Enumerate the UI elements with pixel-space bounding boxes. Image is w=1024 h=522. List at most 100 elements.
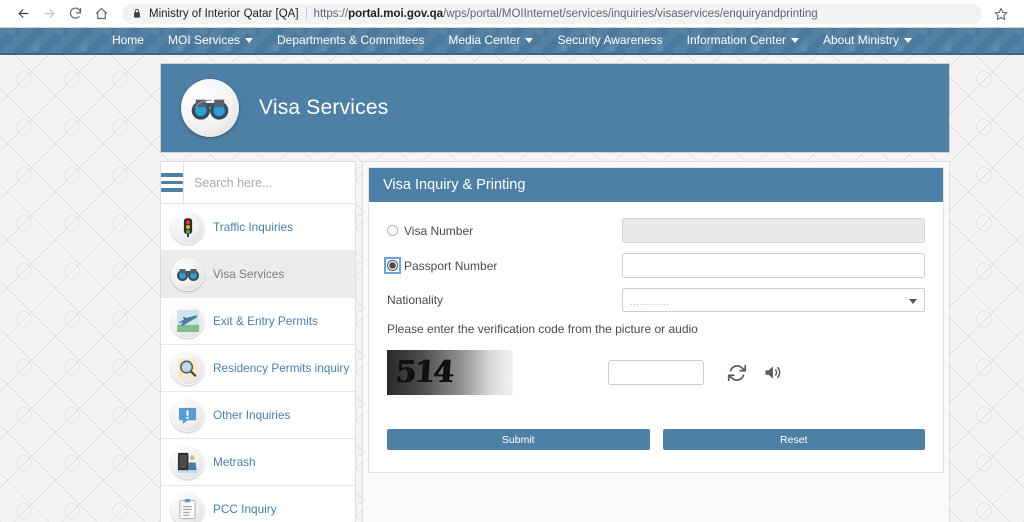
service-banner-title: Visa Services (259, 96, 388, 120)
address-bar[interactable]: Ministry of Interior Qatar [QA] https://… (122, 4, 982, 24)
url-path: /wps/portal/MOIInternet/services/inquiri… (443, 8, 818, 20)
forward-button[interactable] (36, 3, 62, 25)
omnibox-divider (306, 7, 307, 20)
chevron-down-icon (245, 38, 253, 43)
site-top-navigation: Home MOI Services Departments & Committees… (0, 28, 1024, 55)
sidebar-item-other-inquiries[interactable]: Other Inquiries (161, 392, 355, 439)
topnav-item-label: Information Center (687, 27, 786, 54)
service-banner: Visa Services (160, 63, 950, 153)
radio-circle-selected (387, 260, 398, 271)
sidebar-item-label: Residency Permits inquiry (213, 361, 349, 375)
speaker-icon[interactable] (762, 362, 783, 383)
clipboard-icon (171, 493, 204, 522)
topnav-item-label: Departments & Committees (277, 27, 424, 54)
topnav-item-home[interactable]: Home (100, 27, 156, 54)
passport-number-label: Passport Number (404, 259, 497, 273)
passport-number-radio[interactable] (387, 260, 398, 271)
topnav-item-label: About Ministry (823, 27, 899, 54)
chevron-down-icon (904, 38, 912, 43)
main-row: Traffic Inquiries Visa Services Exit & Ent… (160, 161, 950, 522)
refresh-glyph (726, 362, 748, 384)
refresh-icon[interactable] (726, 362, 748, 384)
topnav-item-information-center[interactable]: Information Center (675, 27, 811, 54)
site-identity-label: Ministry of Interior Qatar [QA] (149, 8, 299, 20)
sidebar-item-visa-services[interactable]: Visa Services (161, 251, 355, 298)
form-actions: Submit Reset (387, 395, 925, 462)
topnav-item-label: MOI Services (168, 27, 240, 54)
hamburger-icon[interactable] (161, 162, 184, 204)
sidebar-item-traffic-inquiries[interactable]: Traffic Inquiries (161, 204, 355, 251)
sidebar-item-list: Traffic Inquiries Visa Services Exit & Ent… (161, 204, 355, 522)
chevron-down-icon (791, 38, 799, 43)
hamburger-bar (161, 188, 183, 192)
form-body: Visa Number Passport Number (369, 202, 943, 472)
reload-button[interactable] (62, 3, 88, 25)
panel-title: Visa Inquiry & Printing (369, 168, 943, 202)
topnav-item-security-awareness[interactable]: Security Awareness (545, 27, 674, 54)
visa-inquiry-card: Visa Inquiry & Printing Visa Number (368, 167, 944, 473)
hamburger-bar (161, 173, 183, 177)
chevron-down-icon (909, 299, 917, 304)
home-icon (94, 6, 109, 21)
sidebar-search-row (161, 162, 355, 204)
sidebar-item-residency-permits-inquiry[interactable]: Residency Permits inquiry (161, 345, 355, 392)
search-input[interactable] (184, 163, 365, 203)
arrow-right-icon (42, 6, 57, 21)
airplane-icon (171, 305, 204, 338)
page-background: Visa Services Traffic Inquiries Visa Serv… (0, 55, 1024, 522)
topnav-item-label: Media Center (448, 27, 520, 54)
sidebar-item-exit-entry-permits[interactable]: Exit & Entry Permits (161, 298, 355, 345)
captcha-image: 514 (387, 350, 513, 395)
sidebar-item-label: Other Inquiries (213, 408, 290, 422)
binoculars-globe-glyph (190, 92, 230, 124)
visa-inquiry-panel: Visa Inquiry & Printing Visa Number (362, 161, 950, 522)
verification-note: Please enter the verification code from … (387, 322, 925, 336)
url-domain: portal.moi.gov.qa (348, 8, 443, 20)
topnav-item-media-center[interactable]: Media Center (436, 27, 545, 54)
sidebar-item-label: Exit & Entry Permits (213, 314, 318, 328)
exclamation-bubble-icon (171, 399, 204, 432)
passport-number-input[interactable] (622, 253, 925, 278)
url-text: https://portal.moi.gov.qa/wps/portal/MOI… (314, 8, 818, 20)
topnav-item-moi-services[interactable]: MOI Services (156, 27, 265, 54)
bookmark-button[interactable] (988, 3, 1014, 25)
visa-number-input[interactable] (622, 218, 925, 243)
hamburger-bar (161, 181, 183, 185)
radio-circle (387, 225, 398, 236)
reset-button[interactable]: Reset (663, 429, 926, 450)
visa-number-radio[interactable] (387, 225, 398, 236)
binoculars-globe-icon (171, 258, 204, 291)
passport-number-row: Passport Number (387, 253, 925, 278)
topnav-item-about-ministry[interactable]: About Ministry (811, 27, 924, 54)
service-sidebar: Traffic Inquiries Visa Services Exit & Ent… (160, 161, 356, 522)
lock-icon (132, 8, 142, 19)
home-button[interactable] (88, 3, 114, 25)
captcha-input[interactable] (608, 360, 704, 385)
browser-toolbar: Ministry of Interior Qatar [QA] https://… (0, 0, 1024, 28)
speaker-glyph (762, 362, 783, 383)
sidebar-item-label: Metrash (213, 455, 256, 469)
sidebar-item-pcc-inquiry[interactable]: PCC Inquiry (161, 486, 355, 522)
sidebar-item-metrash[interactable]: Metrash (161, 439, 355, 486)
reload-icon (68, 6, 83, 21)
sidebar-item-label: Visa Services (213, 267, 284, 281)
page-content: Visa Services Traffic Inquiries Visa Serv… (160, 63, 950, 522)
topnav-item-label: Security Awareness (557, 27, 662, 54)
nationality-select[interactable]: ............ (622, 288, 925, 312)
nationality-label: Nationality (387, 293, 622, 307)
star-icon (994, 7, 1008, 21)
sidebar-item-label: PCC Inquiry (213, 502, 277, 516)
traffic-light-icon (171, 211, 204, 244)
magnifier-icon (171, 352, 204, 385)
chevron-down-icon (525, 38, 533, 43)
nationality-row: Nationality ............ (387, 288, 925, 312)
visa-number-label: Visa Number (404, 224, 473, 238)
submit-button[interactable]: Submit (387, 429, 650, 450)
sidebar-item-label: Traffic Inquiries (213, 220, 293, 234)
captcha-row: 514 (387, 350, 925, 395)
topnav-item-label: Home (112, 27, 144, 54)
back-button[interactable] (10, 3, 36, 25)
topnav-item-departments-committees[interactable]: Departments & Committees (265, 27, 436, 54)
url-prefix: https:// (314, 8, 349, 20)
nationality-selected-value: ............ (630, 297, 669, 308)
